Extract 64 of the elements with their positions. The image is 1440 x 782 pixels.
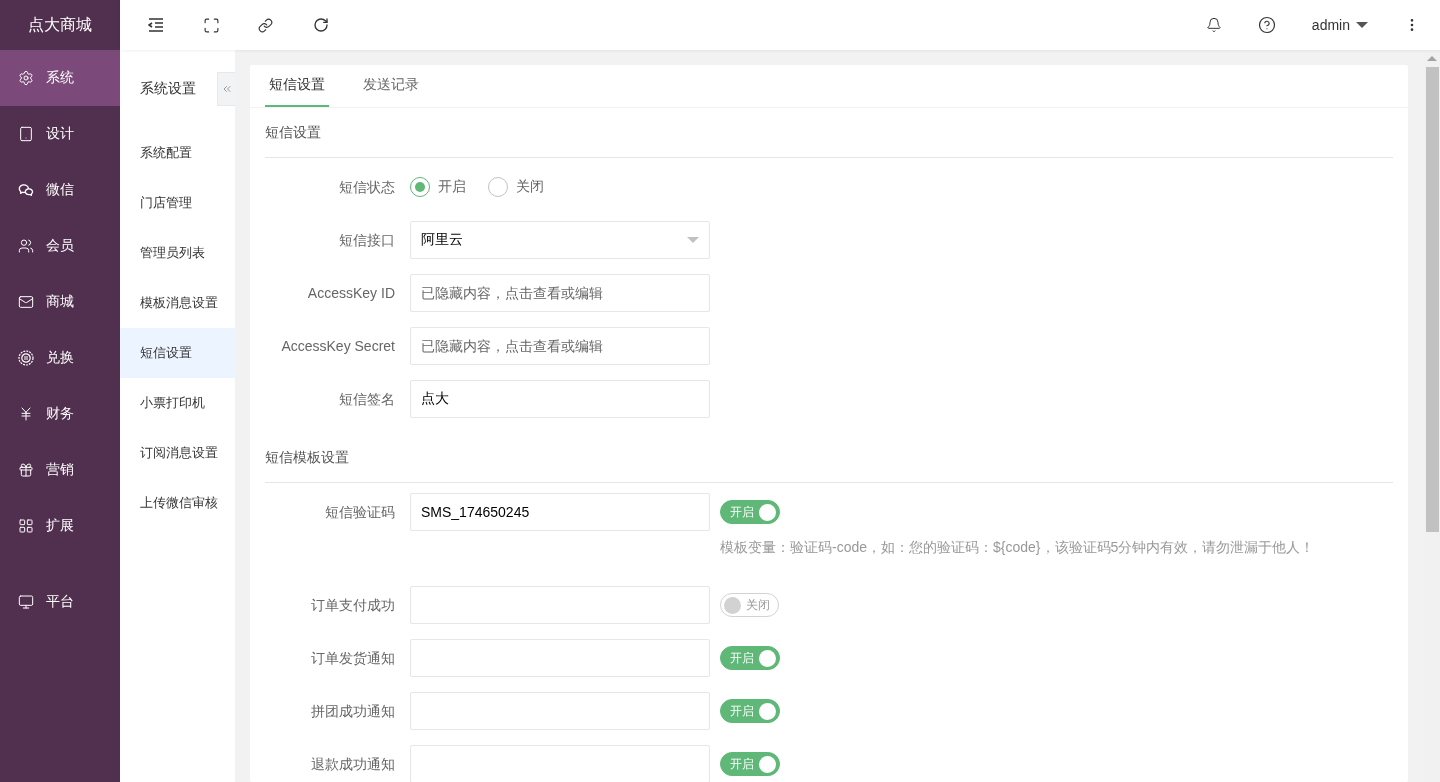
field-label: 短信状态: [338, 178, 396, 197]
nav-item[interactable]: 营销: [0, 442, 120, 498]
input-field[interactable]: [410, 586, 710, 624]
section-title: 短信设置: [265, 108, 1393, 158]
grid-icon: [18, 518, 34, 534]
radio-option[interactable]: 开启: [410, 177, 466, 197]
settings-icon: [18, 70, 34, 86]
users-icon: [18, 238, 34, 254]
field-label: 订单发货通知: [310, 649, 396, 668]
subnav-item[interactable]: 模板消息设置: [120, 278, 235, 328]
nav-item[interactable]: 兑换: [0, 330, 120, 386]
field-label: AccessKey ID: [306, 284, 396, 303]
refresh-icon[interactable]: [313, 17, 329, 33]
input-field[interactable]: [410, 692, 710, 730]
yen-icon: [18, 406, 34, 422]
tablet-icon: [18, 126, 34, 142]
field-label: 退款成功通知: [310, 755, 396, 774]
input-field[interactable]: [410, 639, 710, 677]
menu-collapse-icon[interactable]: [148, 18, 164, 32]
subnav-item[interactable]: 管理员列表: [120, 228, 235, 278]
monitor-icon: [18, 594, 34, 610]
input-field[interactable]: 已隐藏内容，点击查看或编辑: [410, 274, 710, 312]
nav-item[interactable]: 财务: [0, 386, 120, 442]
field-label: 短信验证码: [324, 503, 396, 522]
input-field[interactable]: 已隐藏内容，点击查看或编辑: [410, 327, 710, 365]
subnav-item[interactable]: 门店管理: [120, 178, 235, 228]
field-label: 拼团成功通知: [310, 702, 396, 721]
nav-item[interactable]: 会员: [0, 218, 120, 274]
field-label: 订单支付成功: [310, 596, 396, 615]
brand-title: 点大商城: [27, 14, 93, 35]
gift-icon: [18, 462, 34, 478]
subnav-item[interactable]: 系统配置: [120, 128, 235, 178]
field-label: AccessKey Secret: [280, 337, 396, 356]
nav-item[interactable]: 设计: [0, 106, 120, 162]
nav-item[interactable]: 微信: [0, 162, 120, 218]
coin-icon: [18, 350, 34, 366]
input-field[interactable]: 点大: [410, 380, 710, 418]
field-label: 短信签名: [338, 390, 396, 409]
input-field[interactable]: [410, 745, 710, 782]
chat-bubbles-icon: [18, 182, 34, 198]
nav-item[interactable]: 平台: [0, 574, 120, 630]
link-icon[interactable]: [258, 17, 273, 33]
subnav-item[interactable]: 上传微信审核: [120, 478, 235, 528]
tab[interactable]: 短信设置: [265, 65, 329, 107]
bell-icon[interactable]: [1205, 17, 1222, 33]
subnav-item[interactable]: 订阅消息设置: [120, 428, 235, 478]
help-icon[interactable]: [1257, 16, 1276, 34]
subnav-item[interactable]: 短信设置: [120, 328, 235, 378]
scrollbar[interactable]: [1424, 50, 1440, 782]
input-field[interactable]: SMS_174650245: [410, 493, 710, 531]
select-field[interactable]: 阿里云: [410, 221, 710, 259]
user-menu[interactable]: admin: [1311, 17, 1368, 33]
subnav-item[interactable]: 小票打印机: [120, 378, 235, 428]
subnav-title: 系统设置: [140, 80, 196, 98]
section-title: 短信模板设置: [265, 433, 1393, 483]
mail-icon: [18, 294, 34, 310]
tab[interactable]: 发送记录: [359, 65, 423, 107]
fullscreen-icon[interactable]: [203, 16, 220, 34]
hint-text: 模板变量：验证码-code，如：您的验证码：${code}，该验证码5分钟内有效，请勿泄漏于他人！: [720, 539, 1315, 557]
field-label: 短信接口: [338, 231, 396, 250]
nav-item[interactable]: 扩展: [0, 498, 120, 554]
radio-option[interactable]: 关闭: [488, 177, 544, 197]
nav-item[interactable]: 商城: [0, 274, 120, 330]
nav-item[interactable]: 系统: [0, 50, 120, 106]
